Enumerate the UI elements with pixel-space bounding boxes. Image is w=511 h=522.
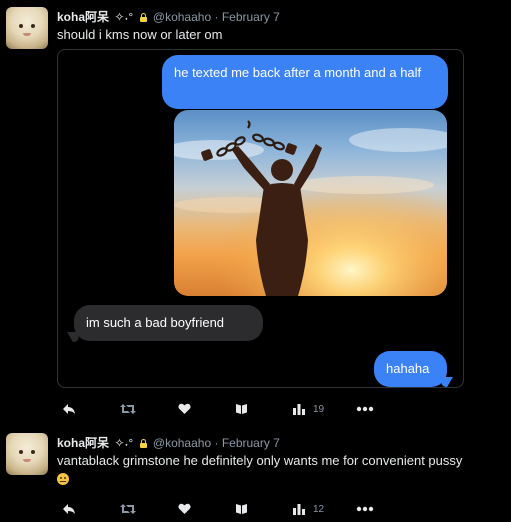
views-button[interactable]: 12: [293, 501, 324, 517]
bookmark-button[interactable]: [235, 401, 248, 417]
message-bubble-sent: hahaha: [374, 351, 447, 387]
avatar-mouth: [23, 33, 31, 36]
avatar[interactable]: [6, 7, 48, 49]
avatar-eye: [31, 450, 35, 454]
reply-button[interactable]: [62, 501, 76, 517]
tweet-media-screenshot[interactable]: he texted me back after a month and a ha…: [57, 49, 464, 388]
heart-icon: [178, 503, 191, 514]
tweet-text: should i kms now or later om: [57, 27, 223, 42]
author-name[interactable]: koha阿呆: [57, 10, 109, 24]
reply-icon: [63, 504, 75, 514]
retweet-button[interactable]: [120, 501, 136, 517]
message-bubble-sent: he texted me back after a month and a ha…: [162, 55, 448, 109]
like-button[interactable]: [178, 501, 191, 517]
tweet[interactable]: koha阿呆 ✧˖° @kohaaho · February 7 should …: [0, 0, 511, 425]
avatar-eye: [19, 450, 23, 454]
views-count: 19: [313, 403, 325, 415]
like-button[interactable]: [178, 401, 191, 417]
tweet-header: koha阿呆 ✧˖° @kohaaho · February 7: [57, 434, 280, 451]
author-name[interactable]: koha阿呆: [57, 436, 109, 450]
avatar-eye: [19, 24, 23, 28]
avatar-eye: [31, 24, 35, 28]
tweet-text-block: vantablack grimstone he definitely only …: [57, 452, 507, 488]
message-image: [174, 110, 447, 296]
neutral-face-emoji-icon: [57, 473, 69, 485]
message-bubble-received: im such a bad boyfriend: [74, 305, 263, 341]
reply-button[interactable]: [62, 401, 76, 417]
bar-chart-icon: [293, 504, 305, 515]
tweet-actions: 19: [57, 401, 387, 417]
author-handle[interactable]: @kohaaho: [153, 10, 211, 24]
more-button[interactable]: [356, 401, 374, 417]
lock-icon: [139, 439, 147, 448]
heart-icon: [178, 403, 191, 414]
tweet[interactable]: koha阿呆 ✧˖° @kohaaho · February 7 vantabl…: [0, 425, 511, 522]
more-icon: [356, 406, 374, 412]
bookmark-button[interactable]: [235, 501, 248, 517]
views-count: 12: [313, 503, 325, 515]
tweet-actions: 12: [57, 501, 387, 517]
more-icon: [356, 506, 374, 512]
lock-icon: [139, 13, 147, 22]
author-badges: ✧˖°: [114, 10, 134, 24]
views-button[interactable]: 19: [293, 401, 324, 417]
separator: ·: [214, 10, 219, 24]
book-icon: [236, 504, 247, 514]
tweet-header: koha阿呆 ✧˖° @kohaaho · February 7: [57, 8, 280, 25]
silhouette-breaking-chains-icon: [174, 110, 447, 296]
book-icon: [236, 404, 247, 414]
avatar-mouth: [23, 459, 31, 462]
tweet-date[interactable]: February 7: [222, 436, 280, 450]
retweet-icon: [120, 404, 136, 414]
retweet-button[interactable]: [120, 401, 136, 417]
separator: ·: [214, 436, 219, 450]
more-button[interactable]: [356, 501, 374, 517]
reply-icon: [63, 404, 75, 414]
author-badges: ✧˖°: [114, 436, 134, 450]
retweet-icon: [120, 504, 136, 514]
tweet-date[interactable]: February 7: [222, 10, 280, 24]
avatar[interactable]: [6, 433, 48, 475]
tweet-text: vantablack grimstone he definitely only …: [57, 453, 463, 468]
bar-chart-icon: [293, 404, 305, 415]
author-handle[interactable]: @kohaaho: [153, 436, 211, 450]
